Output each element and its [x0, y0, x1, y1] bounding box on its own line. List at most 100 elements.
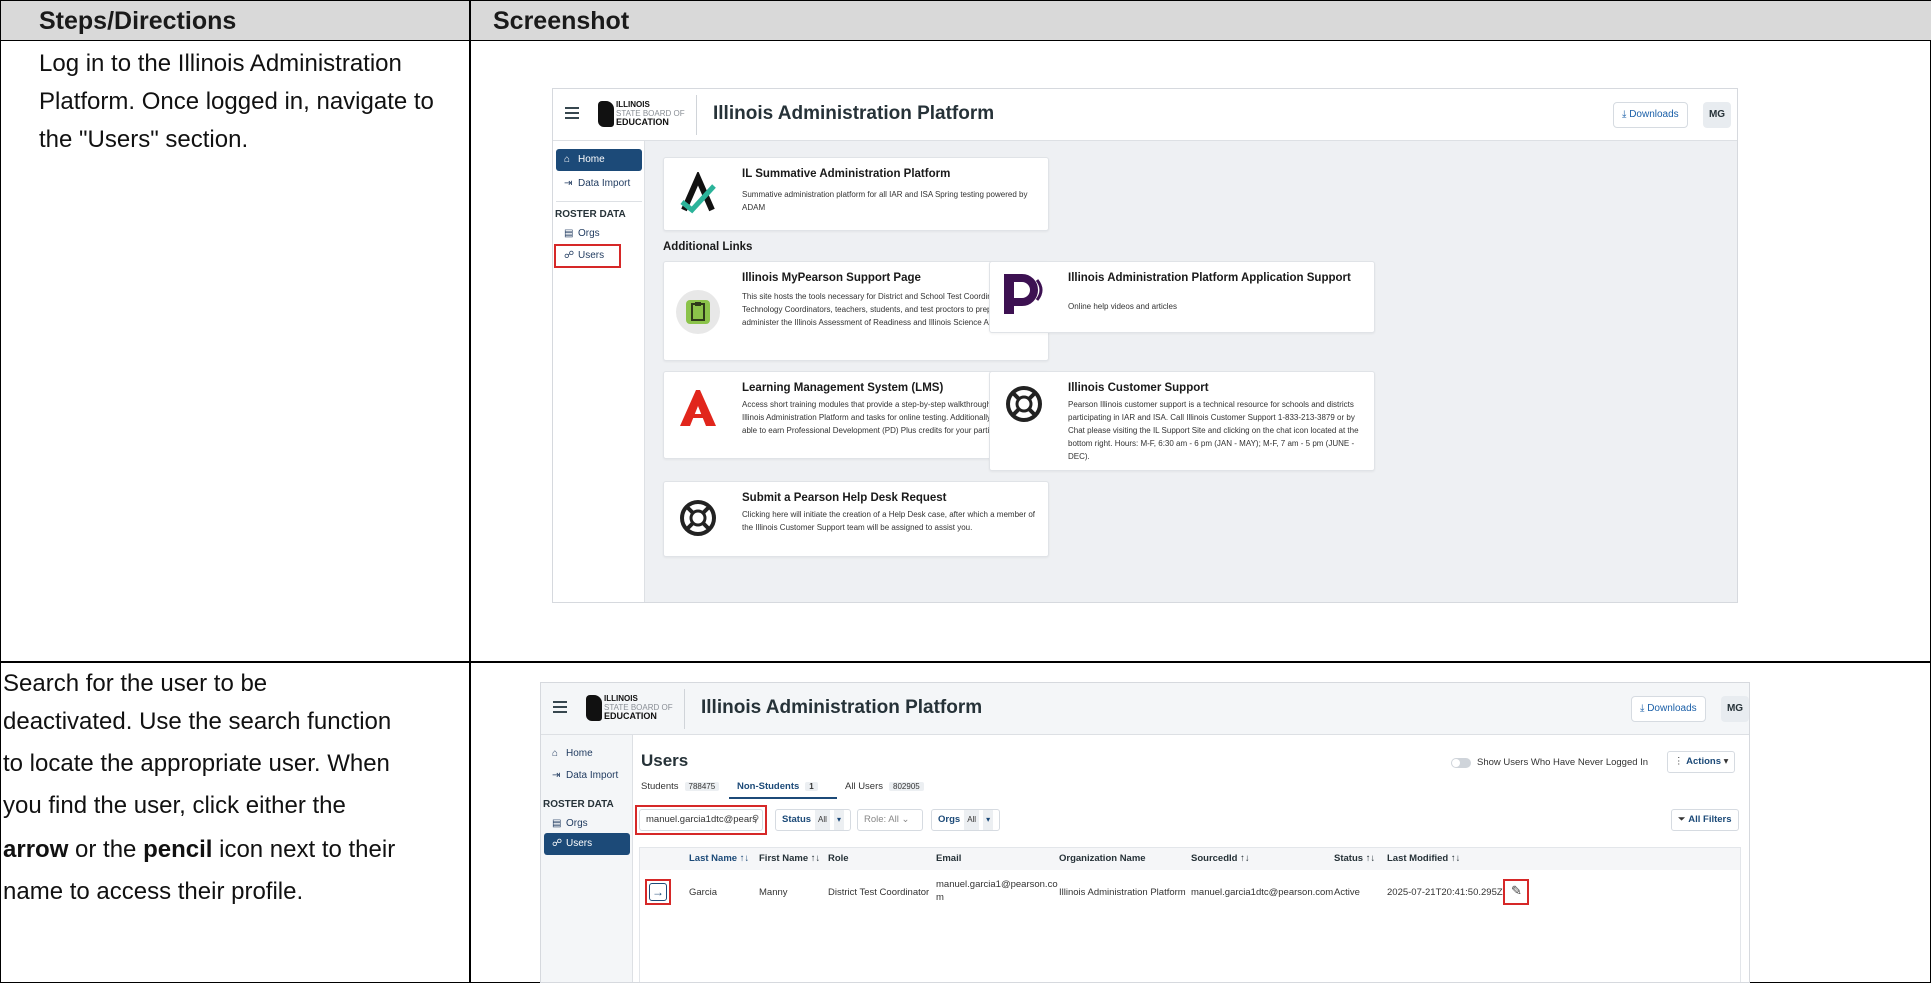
- additional-links-heading: Additional Links: [663, 241, 753, 253]
- orgs-filter-value: All: [964, 810, 980, 830]
- nav-data-import[interactable]: ⇥ Data Import: [556, 173, 642, 195]
- filter-icon: ⏷: [1678, 814, 1689, 825]
- col-first-name[interactable]: First Name ↑↓: [759, 853, 820, 864]
- search-highlight-box: [635, 805, 767, 835]
- col-sourced-id[interactable]: SourcedId ↑↓: [1191, 853, 1250, 864]
- nav-data-import[interactable]: ⇥ Data Import: [544, 765, 630, 787]
- tab-all-users[interactable]: All Users 802905: [845, 781, 924, 792]
- isbe-logo: ILLINOIS STATE BOARD OF EDUCATION: [586, 693, 696, 725]
- cell-status: Active: [1334, 887, 1360, 898]
- downloads-button[interactable]: ⤓ Downloads: [1613, 102, 1688, 128]
- cell-last-modified: 2025-07-21T20:41:50.295Z: [1387, 887, 1503, 898]
- actions-label: Actions: [1686, 756, 1721, 767]
- app-title: Illinois Administration Platform: [701, 697, 983, 718]
- card-summative-desc: Summative administration platform for al…: [742, 190, 1028, 212]
- card-helpdesk-desc: Clicking here will initiate the creation…: [742, 510, 1036, 532]
- step1-line1: Log in to the Illinois Administration: [39, 50, 402, 77]
- step2-line3: to locate the appropriate user. When: [3, 750, 390, 777]
- nav-home-label: Home: [566, 748, 593, 759]
- col-last-name[interactable]: Last Name ↑↓: [689, 853, 749, 864]
- cell-sourced-id: manuel.garcia1dtc@pearson.com: [1191, 887, 1334, 898]
- users-icon: ☍: [552, 838, 563, 849]
- step1-line3: the "Users" section.: [39, 126, 249, 153]
- lms-logo-icon: [680, 390, 716, 426]
- nav-orgs-label: Orgs: [578, 228, 600, 239]
- step2-line1: Search for the user to be: [3, 670, 268, 697]
- nav-users[interactable]: ☍ Users: [544, 833, 630, 855]
- cell-first-name: Manny: [759, 887, 788, 898]
- home-icon: ⌂: [552, 748, 559, 759]
- col-last-name-label: Last Name: [689, 853, 738, 864]
- all-filters-button[interactable]: ⏷ All Filters: [1671, 809, 1739, 831]
- tab-all-users-count: 802905: [889, 782, 924, 791]
- pencil-highlight-box: [1503, 879, 1529, 905]
- card-helpdesk[interactable]: Submit a Pearson Help Desk Request Click…: [663, 481, 1049, 557]
- nav-orgs[interactable]: ▤ Orgs: [544, 813, 630, 835]
- nav-home[interactable]: ⌂ Home: [544, 743, 630, 765]
- nav-data-import-label: Data Import: [566, 770, 619, 781]
- cell-last-name: Garcia: [689, 887, 717, 898]
- step2-line5-end: icon next to their: [212, 836, 396, 863]
- import-icon: ⇥: [564, 178, 573, 189]
- column-divider: [469, 1, 471, 983]
- step2-line5: arrow or the pencil icon next to their: [3, 831, 395, 869]
- nav-data-import-label: Data Import: [578, 178, 631, 189]
- table-header-row: Steps/Directions Screenshot: [1, 1, 1931, 41]
- header-steps: Steps/Directions: [39, 7, 237, 35]
- menu-icon[interactable]: [565, 107, 579, 119]
- tab-underline: [729, 797, 837, 799]
- nav-section-roster: ROSTER DATA: [555, 209, 626, 220]
- lifebuoy-icon: [1006, 386, 1042, 422]
- col-role[interactable]: Role: [828, 853, 849, 864]
- tab-non-students[interactable]: Non-Students 1: [737, 781, 818, 792]
- users-highlight-box: [554, 244, 621, 268]
- illinois-state-icon: [586, 695, 602, 721]
- col-last-modified[interactable]: Last Modified ↑↓: [1387, 853, 1460, 864]
- pencil-word: pencil: [143, 836, 213, 863]
- menu-icon[interactable]: [553, 701, 567, 713]
- status-filter[interactable]: Status All ▾: [775, 809, 851, 831]
- orgs-filter[interactable]: Orgs All ▾: [931, 809, 1001, 831]
- row-divider: [1, 661, 1931, 663]
- downloads-button[interactable]: ⤓ Downloads: [1631, 696, 1706, 722]
- col-first-name-label: First Name: [759, 853, 809, 864]
- nav-orgs[interactable]: ▤ Orgs: [556, 223, 642, 245]
- col-sourced-id-label: SourcedId: [1191, 853, 1238, 864]
- card-customer-support[interactable]: Illinois Customer Support Pearson Illino…: [989, 371, 1375, 471]
- card-customer-support-title: Illinois Customer Support: [1068, 382, 1209, 394]
- step2-line2: deactivated. Use the search function: [3, 708, 392, 735]
- screenshot-home: ILLINOIS STATE BOARD OF EDUCATION Illino…: [552, 88, 1738, 603]
- never-logged-in-toggle[interactable]: [1451, 758, 1471, 768]
- arrow-highlight-box: [645, 879, 671, 905]
- card-app-support-desc: Online help videos and articles: [1068, 302, 1177, 311]
- nav-section-roster: ROSTER DATA: [543, 799, 614, 810]
- status-filter-label: Status: [782, 814, 812, 825]
- nav-orgs-label: Orgs: [566, 818, 588, 829]
- chevron-down-icon: ▾: [833, 810, 844, 830]
- topbar-divider: [684, 689, 685, 729]
- lifebuoy-icon: [680, 500, 716, 536]
- sort-icon: ↑↓: [739, 853, 750, 864]
- col-email[interactable]: Email: [936, 853, 961, 864]
- sort-icon: ↑↓: [1240, 853, 1250, 864]
- logo-line1: ILLINOIS: [604, 694, 638, 703]
- side-nav: ⌂ Home ⇥ Data Import ROSTER DATA ▤ Orgs ☍ Us…: [553, 141, 645, 602]
- role-filter[interactable]: Role: All ⌄: [857, 809, 923, 831]
- col-org-name[interactable]: Organization Name: [1059, 853, 1146, 864]
- screenshot-users: ILLINOIS STATE BOARD OF EDUCATION Illino…: [540, 682, 1750, 983]
- tab-students[interactable]: Students 788475: [641, 781, 720, 792]
- actions-button[interactable]: ⋮ Actions ▾: [1667, 751, 1736, 773]
- avatar[interactable]: MG: [1721, 696, 1749, 722]
- nav-home[interactable]: ⌂ Home: [556, 149, 642, 171]
- top-bar: ILLINOIS STATE BOARD OF EDUCATION Illino…: [541, 683, 1749, 735]
- col-status[interactable]: Status ↑↓: [1334, 853, 1375, 864]
- adam-logo-icon: [680, 172, 716, 214]
- status-filter-value: All: [815, 810, 830, 830]
- sort-icon: ↑↓: [810, 853, 821, 864]
- card-app-support[interactable]: Illinois Administration Platform Applica…: [989, 261, 1375, 333]
- avatar[interactable]: MG: [1703, 102, 1731, 128]
- step2-line5-mid: or the: [68, 836, 144, 863]
- nav-users-label: Users: [566, 838, 593, 849]
- nav-home-label: Home: [578, 154, 605, 165]
- card-summative[interactable]: IL Summative Administration Platform Sum…: [663, 157, 1049, 231]
